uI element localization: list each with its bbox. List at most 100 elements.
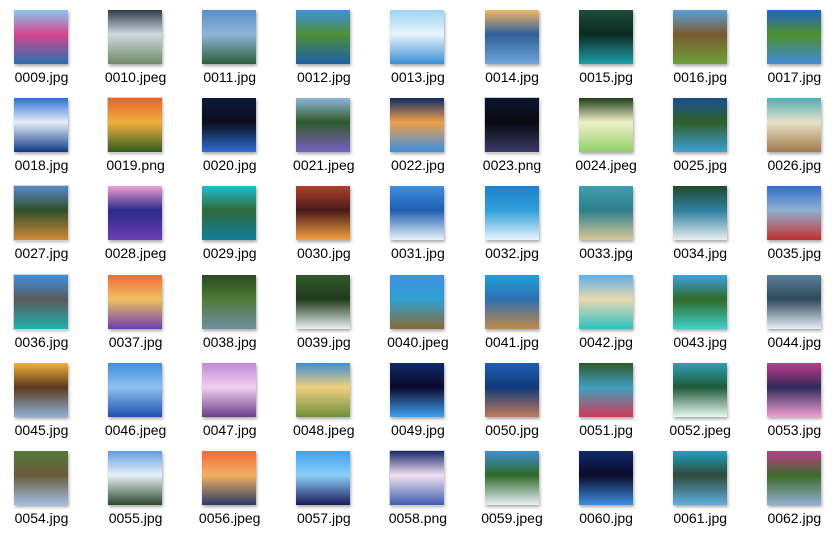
file-item[interactable]: 0017.jpg (753, 0, 835, 88)
file-name-label[interactable]: 0017.jpg (753, 68, 835, 86)
image-thumbnail[interactable] (390, 186, 445, 241)
image-thumbnail[interactable] (766, 451, 821, 505)
image-thumbnail[interactable] (296, 362, 351, 417)
file-name-label[interactable]: 0021.jpeg (282, 156, 365, 174)
file-item[interactable]: 0039.jpg (282, 265, 376, 353)
image-thumbnail[interactable] (766, 362, 821, 417)
file-name-label[interactable]: 0030.jpg (282, 244, 365, 262)
file-item[interactable]: 0013.jpg (376, 0, 470, 88)
image-thumbnail[interactable] (766, 10, 821, 64)
file-item[interactable]: 0051.jpg (565, 353, 659, 441)
image-thumbnail[interactable] (390, 451, 445, 505)
image-thumbnail[interactable] (296, 451, 351, 505)
image-thumbnail[interactable] (672, 274, 727, 329)
file-name-label[interactable]: 0011.jpg (188, 68, 271, 86)
file-name-label[interactable]: 0014.jpg (471, 68, 554, 86)
file-name-label[interactable]: 0020.jpg (188, 156, 271, 174)
file-name-label[interactable]: 0040.jpeg (376, 333, 459, 351)
file-item[interactable]: 0030.jpg (282, 176, 376, 264)
file-item[interactable]: 0020.jpg (188, 88, 282, 176)
file-name-label[interactable]: 0018.jpg (0, 156, 83, 174)
image-thumbnail[interactable] (390, 274, 445, 329)
file-item[interactable]: 0042.jpg (565, 265, 659, 353)
image-thumbnail[interactable] (672, 451, 727, 505)
file-name-label[interactable]: 0055.jpg (94, 509, 177, 527)
image-thumbnail[interactable] (202, 451, 257, 505)
file-item[interactable]: 0052.jpeg (659, 353, 753, 441)
file-item[interactable]: 0045.jpg (0, 353, 94, 441)
file-item[interactable]: 0012.jpg (282, 0, 376, 88)
file-name-label[interactable]: 0019.png (94, 156, 177, 174)
image-thumbnail[interactable] (108, 274, 163, 329)
file-name-label[interactable]: 0049.jpg (376, 421, 459, 439)
file-item[interactable]: 0059.jpeg (471, 441, 565, 529)
image-thumbnail[interactable] (578, 10, 633, 64)
file-item[interactable]: 0041.jpg (471, 265, 565, 353)
image-thumbnail[interactable] (14, 451, 68, 505)
file-item[interactable]: 0032.jpg (471, 176, 565, 264)
file-item[interactable]: 0031.jpg (376, 176, 470, 264)
file-item[interactable]: 0062.jpg (753, 441, 835, 529)
file-item[interactable]: 0023.png (471, 88, 565, 176)
file-name-label[interactable]: 0043.jpg (659, 333, 742, 351)
image-thumbnail[interactable] (484, 274, 539, 329)
image-thumbnail[interactable] (296, 186, 351, 241)
image-thumbnail[interactable] (296, 274, 351, 329)
image-thumbnail[interactable] (766, 274, 821, 329)
image-thumbnail[interactable] (484, 186, 539, 241)
file-name-label[interactable]: 0057.jpg (282, 509, 365, 527)
file-item[interactable]: 0054.jpg (0, 441, 94, 529)
file-item[interactable]: 0050.jpg (471, 353, 565, 441)
file-name-label[interactable]: 0054.jpg (0, 509, 83, 527)
file-name-label[interactable]: 0025.jpg (659, 156, 742, 174)
image-thumbnail[interactable] (578, 186, 633, 241)
image-thumbnail[interactable] (202, 362, 257, 417)
file-item[interactable]: 0026.jpg (753, 88, 835, 176)
file-name-label[interactable]: 0046.jpeg (94, 421, 177, 439)
image-thumbnail[interactable] (766, 186, 821, 241)
file-name-label[interactable]: 0012.jpg (282, 68, 365, 86)
file-name-label[interactable]: 0010.jpeg (94, 68, 177, 86)
image-thumbnail[interactable] (672, 10, 727, 64)
file-item[interactable]: 0034.jpg (659, 176, 753, 264)
file-name-label[interactable]: 0061.jpg (659, 509, 742, 527)
file-item[interactable]: 0058.png (376, 441, 470, 529)
file-name-label[interactable]: 0013.jpg (376, 68, 459, 86)
image-thumbnail[interactable] (672, 362, 727, 417)
file-name-label[interactable]: 0039.jpg (282, 333, 365, 351)
image-thumbnail[interactable] (578, 362, 633, 417)
image-thumbnail[interactable] (484, 362, 539, 417)
file-name-label[interactable]: 0034.jpg (659, 244, 742, 262)
file-item[interactable]: 0040.jpeg (376, 265, 470, 353)
file-item[interactable]: 0029.jpg (188, 176, 282, 264)
file-name-label[interactable]: 0009.jpg (0, 68, 83, 86)
image-thumbnail[interactable] (14, 274, 68, 329)
file-item[interactable]: 0022.jpg (376, 88, 470, 176)
file-item[interactable]: 0057.jpg (282, 441, 376, 529)
file-name-label[interactable]: 0033.jpg (565, 244, 648, 262)
file-item[interactable]: 0049.jpg (376, 353, 470, 441)
file-item[interactable]: 0021.jpeg (282, 88, 376, 176)
image-thumbnail[interactable] (672, 98, 727, 153)
file-item[interactable]: 0014.jpg (471, 0, 565, 88)
file-name-label[interactable]: 0037.jpg (94, 333, 177, 351)
file-item[interactable]: 0036.jpg (0, 265, 94, 353)
file-name-label[interactable]: 0058.png (376, 509, 459, 527)
image-thumbnail[interactable] (578, 98, 633, 153)
file-item[interactable]: 0053.jpg (753, 353, 835, 441)
file-item[interactable]: 0009.jpg (0, 0, 94, 88)
image-thumbnail[interactable] (14, 362, 68, 417)
image-thumbnail[interactable] (202, 98, 257, 153)
image-thumbnail[interactable] (484, 451, 539, 505)
file-name-label[interactable]: 0060.jpg (565, 509, 648, 527)
image-thumbnail[interactable] (14, 186, 68, 241)
file-name-label[interactable]: 0026.jpg (753, 156, 835, 174)
image-thumbnail[interactable] (14, 98, 68, 153)
file-item[interactable]: 0060.jpg (565, 441, 659, 529)
image-thumbnail[interactable] (296, 10, 351, 64)
image-thumbnail[interactable] (390, 10, 445, 64)
file-name-label[interactable]: 0027.jpg (0, 244, 83, 262)
file-item[interactable]: 0033.jpg (565, 176, 659, 264)
file-name-label[interactable]: 0053.jpg (753, 421, 835, 439)
file-name-label[interactable]: 0028.jpeg (94, 244, 177, 262)
